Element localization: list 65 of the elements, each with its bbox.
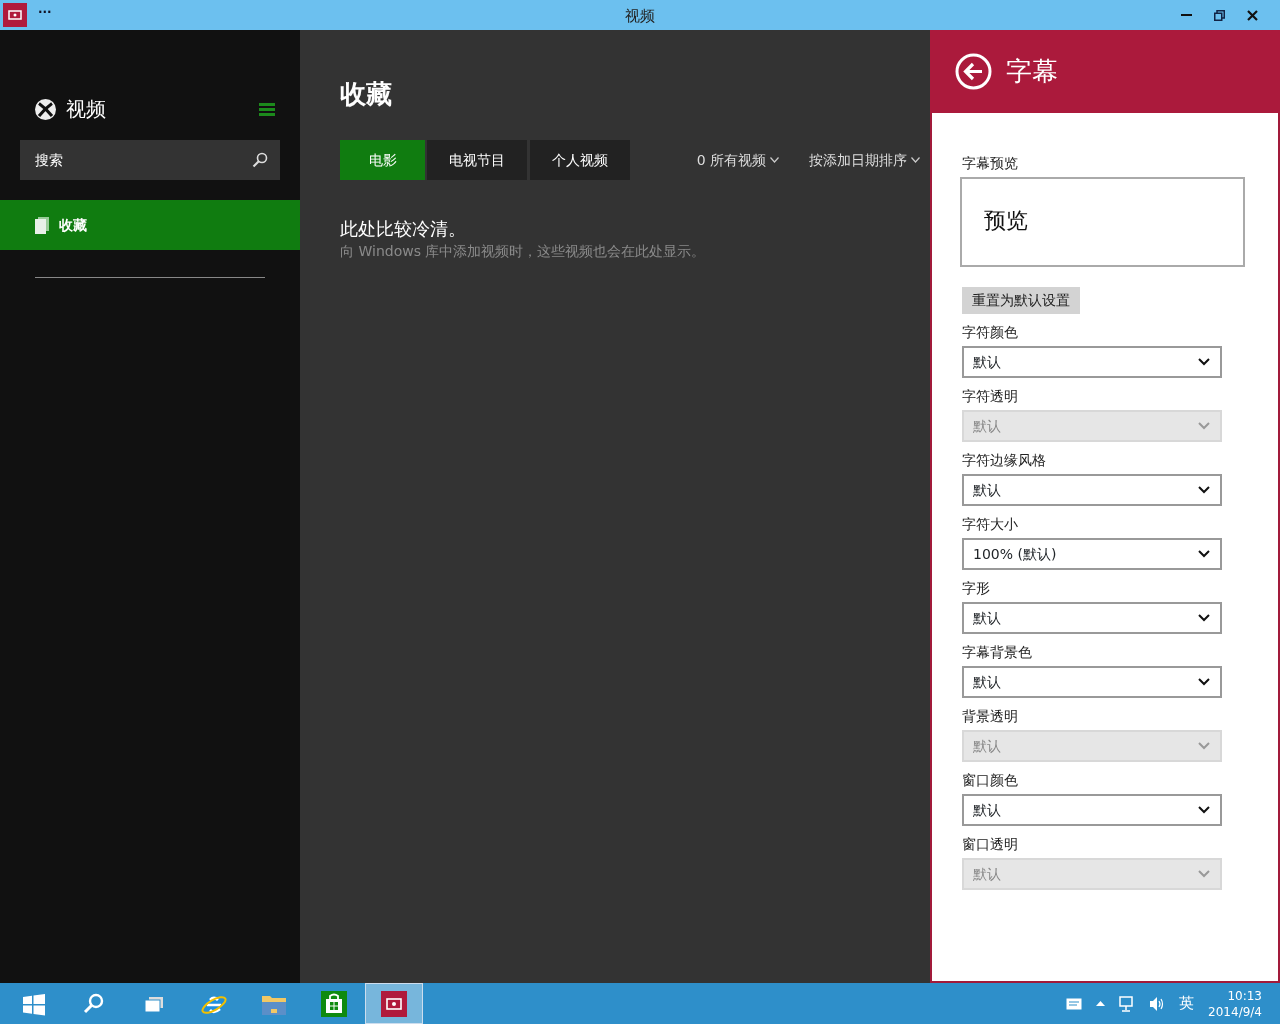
menu-button[interactable]: ··· [38, 6, 52, 18]
preview-label: 字幕预览 [962, 154, 1019, 173]
dropdown[interactable]: 默认 [962, 666, 1222, 698]
panel-title: 字幕 [1006, 55, 1058, 88]
tv-icon [8, 10, 22, 20]
empty-hint: 向 Windows 库中添加视频时，这些视频也会在此处显示。 [340, 242, 707, 261]
filter-dropdown[interactable]: 按添加日期排序 [809, 149, 920, 171]
shopping-bag-icon [321, 990, 347, 1017]
app-icon[interactable] [3, 3, 27, 27]
field-label: 字符边缘风格 [962, 451, 1047, 470]
search-icon[interactable] [252, 152, 268, 168]
chevron-down-icon [1198, 486, 1210, 494]
chevron-down-icon [1198, 614, 1210, 622]
filter-dropdown[interactable]: 0 所有视频 [696, 149, 779, 171]
dropdown[interactable]: 默认 [962, 474, 1222, 506]
dropdown[interactable]: 默认 [962, 794, 1222, 826]
field-label: 背景透明 [962, 707, 1019, 726]
sidebar-item[interactable]: 收藏 [0, 200, 300, 250]
chevron-down-icon [1198, 358, 1210, 366]
page-title: 收藏 [340, 78, 393, 111]
field-label: 窗口透明 [962, 835, 1019, 854]
taskbar-button[interactable] [365, 983, 423, 1024]
minimize-icon[interactable] [1181, 13, 1192, 17]
category-tab[interactable]: 个人视频 [530, 140, 630, 180]
speaker-icon[interactable] [1149, 995, 1166, 1012]
chevron-down-icon [1198, 550, 1210, 558]
reset-button[interactable]: 重置为默认设置 [962, 287, 1080, 314]
chevron-down-icon [770, 157, 779, 163]
field-label: 字幕背景色 [962, 643, 1033, 662]
field-label: 窗口颜色 [962, 771, 1019, 790]
clock-date[interactable]: 2014/9/4 [1208, 1003, 1262, 1020]
chevron-down-icon [1198, 678, 1210, 686]
dropdown[interactable]: 默认 [962, 602, 1222, 634]
restore-icon[interactable] [1214, 9, 1225, 21]
chevron-down-icon [1198, 422, 1210, 430]
chevron-down-icon [1198, 870, 1210, 878]
preview-box: 预览 [960, 177, 1245, 267]
pages-icon [35, 216, 49, 234]
input-language[interactable]: 英 [1179, 992, 1195, 1015]
close-icon[interactable] [1247, 9, 1258, 21]
xbox-logo-icon [35, 98, 56, 120]
category-tab[interactable]: 电影 [340, 140, 425, 180]
dropdown[interactable]: 默认 [962, 346, 1222, 378]
search-field[interactable]: 搜索 [20, 140, 280, 180]
window-title: 视频 [625, 7, 655, 25]
message-icon[interactable] [1066, 997, 1083, 1010]
dropdown: 默认 [962, 410, 1222, 442]
caret-up-icon[interactable] [1096, 1001, 1106, 1006]
dropdown: 默认 [962, 730, 1222, 762]
tv-icon [381, 990, 407, 1017]
menu-icon[interactable] [259, 102, 275, 116]
chevron-down-icon [1198, 806, 1210, 814]
app-name: 视频 [66, 96, 106, 123]
field-label: 字符颜色 [962, 323, 1019, 342]
chevron-down-icon [911, 157, 920, 163]
empty-message: 此处比较冷清。 [340, 217, 467, 241]
dropdown: 默认 [962, 858, 1222, 890]
clock-time[interactable]: 10:13 [1227, 987, 1262, 1004]
network-icon[interactable] [1119, 995, 1136, 1012]
category-tab[interactable]: 电视节目 [427, 140, 527, 180]
field-label: 字符透明 [962, 387, 1019, 406]
field-label: 字形 [962, 579, 991, 598]
dropdown[interactable]: 100% (默认) [962, 538, 1222, 570]
chevron-down-icon [1198, 742, 1210, 750]
field-label: 字符大小 [962, 515, 1019, 534]
